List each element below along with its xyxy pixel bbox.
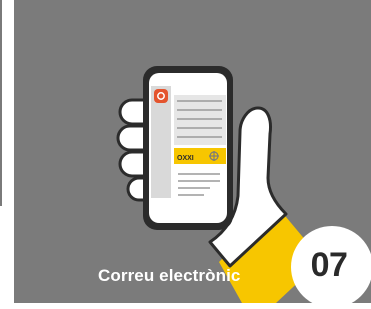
left-divider [0, 0, 2, 206]
ad-body [174, 166, 226, 198]
card-caption: Correu electrònic [98, 266, 241, 285]
step-number: 07 [310, 246, 348, 284]
ad-badge-text: OXXI [177, 155, 194, 162]
email-at-icon [154, 89, 168, 103]
